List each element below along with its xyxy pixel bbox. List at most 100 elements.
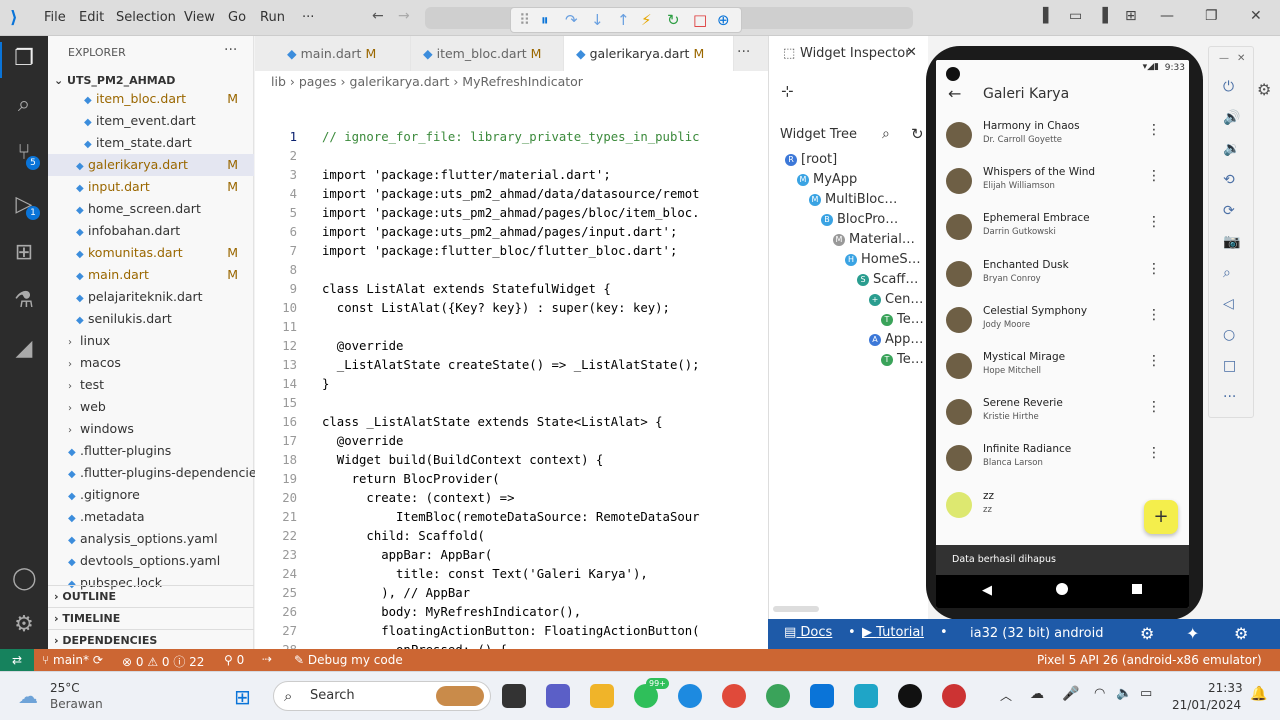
inspector-tab-label[interactable]: Widget Inspector [800,46,911,61]
file-row[interactable]: ◆ home_screen.dart [48,198,254,220]
code-line[interactable]: 9 class ListAlat extends StatefulWidget { [255,280,611,299]
list-item[interactable]: Harmony in Chaos Dr. Carroll Goyette ⋮ [936,114,1189,160]
more-vert-icon[interactable]: ⋮ [1147,399,1161,415]
more-vert-icon[interactable]: ⋮ [1147,168,1161,184]
widget-tree-node[interactable]: M Material… [833,232,915,247]
layout-secondary-icon[interactable]: ▐ [1097,8,1108,24]
list-item[interactable]: Enchanted Dusk Bryan Conroy ⋮ [936,253,1189,299]
file-row[interactable]: ◆ devtools_options.yaml [48,550,254,572]
pause-icon[interactable]: ⏸ [541,11,549,29]
taskbar-search[interactable]: ⌕ Search [273,681,491,711]
emu-back-icon[interactable]: ◁ [1223,296,1234,312]
devtools-settings-icon[interactable]: ⚙ [1140,624,1154,643]
folder-row[interactable]: › test [48,374,254,396]
edge-icon[interactable] [678,684,702,708]
account-icon[interactable]: ◯ [12,566,37,591]
weather-desc[interactable]: Berawan [50,697,103,711]
minimize-icon[interactable]: — [1160,8,1174,24]
step-over-icon[interactable]: ↷ [565,11,578,29]
file-row[interactable]: ◆ .metadata [48,506,254,528]
flutter-icon[interactable]: ◢ [12,336,36,361]
stop-icon[interactable]: □ [693,11,707,29]
layout-sidebar-icon[interactable]: ▌ [1043,8,1054,24]
remote-icon[interactable]: ⇄ [0,649,34,671]
restart-icon[interactable]: ↻ [667,11,680,29]
more-vert-icon[interactable]: ⋮ [1147,214,1161,230]
volume-down-icon[interactable]: 🔉 [1223,141,1240,157]
tab-main-dart[interactable]: ◆ main.dart M [275,36,411,71]
partial-gear-icon[interactable]: ⚙ [1257,80,1271,99]
tray-cloud-icon[interactable]: ☁ [1030,686,1044,702]
back-arrow-icon[interactable]: ← [372,8,384,24]
outline-section[interactable]: › OUTLINE [48,585,254,607]
fab-add-button[interactable]: + [1144,500,1178,534]
file-row[interactable]: ◆ infobahan.dart [48,220,254,242]
code-line[interactable]: 2 [255,147,322,166]
code-line[interactable]: 27 floatingActionButton: FloatingActionB… [255,622,699,641]
phone-back-icon[interactable]: ← [948,84,961,103]
clock-date[interactable]: 21/01/2024 [1172,698,1241,712]
hot-reload-icon[interactable]: ⚡ [641,11,652,29]
devtools-bug-icon[interactable]: ⚙ [1234,624,1248,643]
tab-item-bloc-dart[interactable]: ◆ item_bloc.dart M [411,36,564,71]
file-row[interactable]: ◆ .flutter-plugins-dependencies [48,462,263,484]
more-vert-icon[interactable]: ⋮ [1147,353,1161,369]
file-row[interactable]: ◆ .gitignore [48,484,254,506]
code-line[interactable]: 6 import 'package:uts_pm2_ahmad/pages/inp… [255,223,678,242]
clock-time[interactable]: 21:33 [1208,681,1243,695]
code-line[interactable]: 14} [255,375,329,394]
git-branch[interactable]: ⑂ main* ⟳ [42,653,103,667]
rotate-right-icon[interactable]: ⟳ [1223,203,1235,219]
inspect-icon[interactable]: ⊕ [717,11,730,29]
code-line[interactable]: 3 import 'package:flutter/material.dart'; [255,166,611,185]
list-item[interactable]: Mystical Mirage Hope Mitchell ⋮ [936,345,1189,391]
vscode-taskbar-icon[interactable] [810,684,834,708]
taskview-icon[interactable] [502,684,526,708]
file-row[interactable]: ◆ main.dart M [48,264,254,286]
more-vert-icon[interactable]: ⋮ [1147,307,1161,323]
menu-go[interactable]: Go [228,10,246,25]
weather-temp[interactable]: 25°C [50,681,80,695]
list-item[interactable]: Whispers of the Wind Elijah Williamson ⋮ [936,160,1189,206]
file-row[interactable]: ◆ item_bloc.dart M [48,88,254,110]
explorer-more-icon[interactable]: ··· [224,42,237,58]
ports-count[interactable]: ⚲ 0 [224,653,244,667]
emu-close-icon[interactable]: ✕ [1237,53,1245,64]
widget-tree-node[interactable]: M MultiBloc… [809,192,897,207]
tab-galerikarya-dart[interactable]: ◆ galerikarya.dart M [564,36,734,71]
volume-up-icon[interactable]: 🔊 [1223,110,1240,126]
widget-tree-node[interactable]: M MyApp [797,172,857,187]
menu-run[interactable]: Run [260,10,285,25]
file-row[interactable]: ◆ .flutter-plugins [48,440,254,462]
code-line[interactable]: 16 class _ListAlatState extends State<Lis… [255,413,662,432]
folder-row[interactable]: › windows [48,418,254,440]
drag-handle-icon[interactable]: ⠿ [519,11,530,29]
close-window-icon[interactable]: ✕ [1250,8,1262,24]
code-line[interactable]: 17 @override [255,432,403,451]
nav-back-icon[interactable]: ◀ [982,583,992,598]
file-row[interactable]: ◆ input.dart M [48,176,254,198]
code-line[interactable]: 12 @override [255,337,403,356]
file-row[interactable]: ◆ analysis_options.yaml [48,528,254,550]
code-line[interactable]: 10 const ListAlat({Key? key}) : super(ke… [255,299,670,318]
code-line[interactable]: 25 ), // AppBar [255,584,470,603]
code-line[interactable]: 23 appBar: AppBar( [255,546,492,565]
tutorial-link[interactable]: ▶ Tutorial [862,625,924,640]
power-icon[interactable]: ⏻ [1223,79,1234,95]
more-vert-icon[interactable]: ⋮ [1147,261,1161,277]
recorder-icon[interactable] [942,684,966,708]
code-line[interactable]: 26 body: MyRefreshIndicator(), [255,603,581,622]
widget-tree-node[interactable]: B BlocPro… [821,212,898,227]
extensions-icon[interactable]: ⊞ [12,240,36,265]
debug-config[interactable]: ✎ Debug my code [294,653,403,667]
widget-tree-node[interactable]: + Cen… [869,292,923,307]
file-row[interactable]: ◆ item_state.dart [48,132,254,154]
customize-layout-icon[interactable]: ⊞ [1125,8,1137,24]
list-item[interactable]: Ephemeral Embrace Darrin Gutkowski ⋮ [936,206,1189,252]
forward-arrow-icon[interactable]: → [398,8,410,24]
screenshot-icon[interactable]: 📷 [1223,234,1240,250]
list-item[interactable]: Serene Reverie Kristie Hirthe ⋮ [936,391,1189,437]
tray-chevron-icon[interactable]: ︿ [1000,687,1012,704]
zoom-icon[interactable]: ⌕ [1223,265,1231,281]
tree-search-icon[interactable]: ⌕ [882,126,890,142]
